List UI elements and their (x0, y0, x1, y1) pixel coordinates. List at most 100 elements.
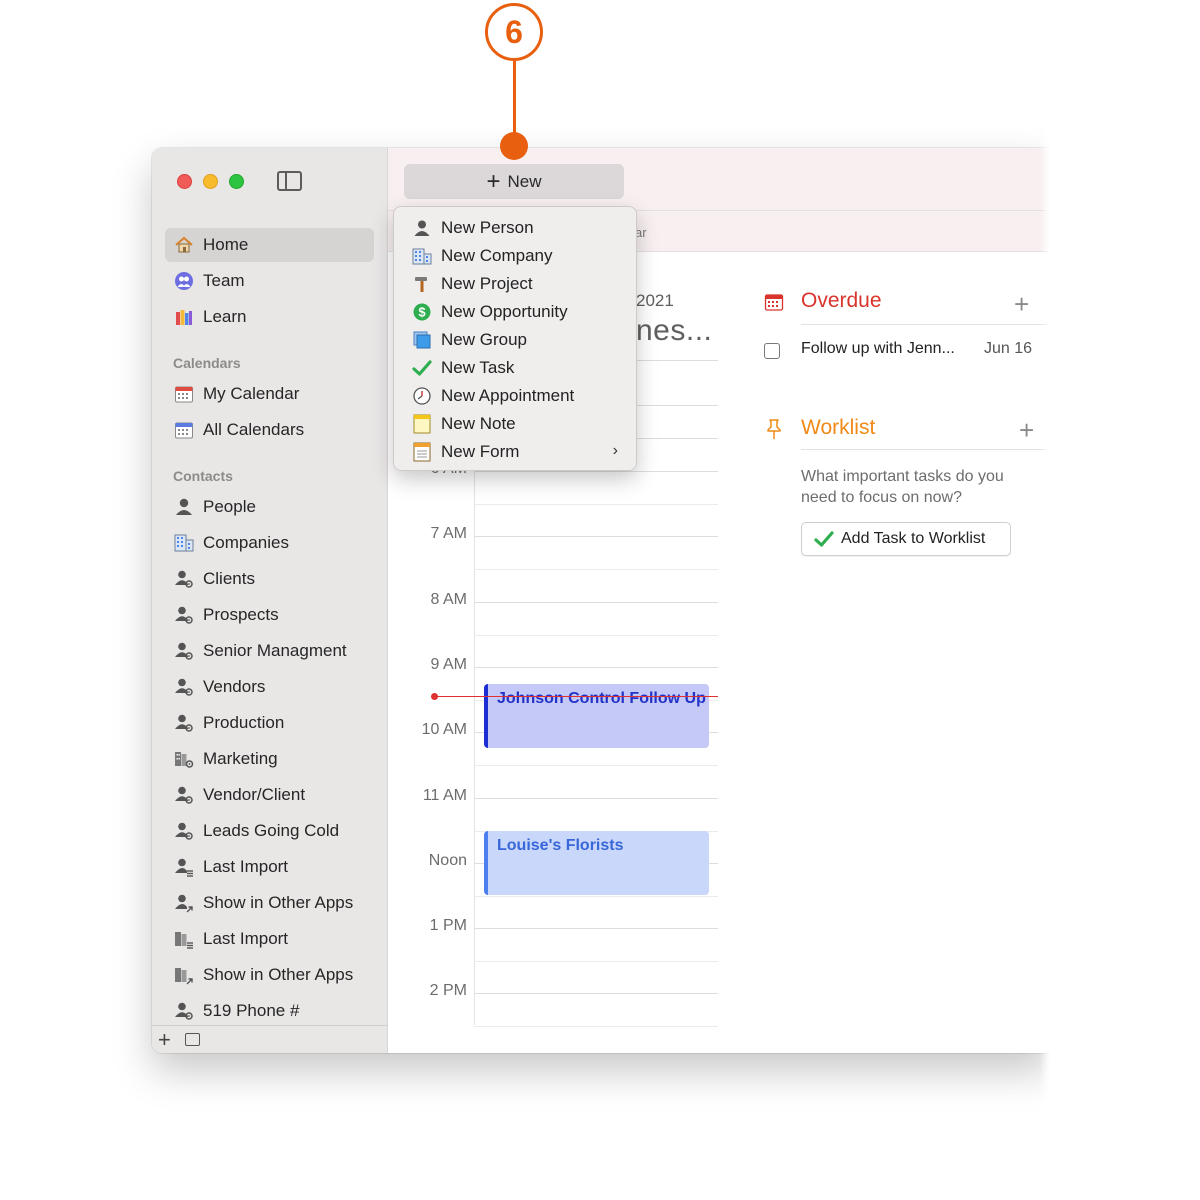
building-gear-icon (173, 748, 195, 770)
sidebar-item-label: Learn (203, 307, 247, 326)
hour-line (474, 667, 718, 668)
sidebar-item-team[interactable]: Team (165, 264, 374, 298)
calendar-small-icon[interactable] (184, 1033, 200, 1046)
menu-item-label: New Appointment (441, 386, 575, 405)
add-worklist-button[interactable]: + (1019, 417, 1034, 443)
overdue-title: Overdue (801, 289, 882, 312)
half-hour-line (474, 1026, 718, 1027)
sidebar-item-production[interactable]: Production (165, 706, 374, 740)
plus-icon: + (486, 167, 501, 195)
sidebar-item-519-phone[interactable]: 519 Phone # (165, 994, 374, 1028)
chevron-right-icon: › (612, 442, 618, 459)
new-button-label: New (507, 171, 542, 191)
menu-item-new-person[interactable]: New Person (394, 214, 636, 242)
hour-label: 9 AM (430, 656, 467, 673)
menu-item-new-task[interactable]: New Task (394, 354, 636, 382)
hour-label: 10 AM (421, 721, 467, 738)
calendar-date: 2021 (636, 291, 674, 310)
menu-item-new-note[interactable]: New Note (394, 410, 636, 438)
person-gear-icon (173, 568, 195, 590)
menu-item-new-form[interactable]: New Form › (394, 438, 636, 466)
close-window-button[interactable] (177, 174, 192, 189)
person-gear-icon (173, 676, 195, 698)
hour-label: 8 AM (430, 591, 467, 608)
clock-icon (412, 386, 432, 406)
calendar-icon (173, 383, 195, 405)
sidebar-item-label: Last Import (203, 857, 289, 876)
hour-line (474, 928, 718, 929)
person-icon (173, 496, 195, 518)
hour-label: 1 PM (429, 917, 467, 934)
menu-item-label: New Opportunity (441, 302, 568, 321)
sidebar-item-label: Show in Other Apps (203, 965, 354, 984)
sidebar-item-label: All Calendars (203, 420, 305, 439)
sidebar-item-label: Companies (203, 533, 289, 552)
sidebar-item-label: Last Import (203, 929, 289, 948)
sidebar-item-clients[interactable]: Clients (165, 562, 374, 596)
task-checkbox[interactable] (764, 343, 780, 359)
form-icon (412, 442, 432, 462)
svg-text:$: $ (418, 305, 426, 320)
sidebar-item-marketing[interactable]: Marketing (165, 742, 374, 776)
sidebar-item-last-import[interactable]: Last Import (165, 922, 374, 956)
menu-item-new-opportunity[interactable]: $ New Opportunity (394, 298, 636, 326)
building-list-icon (173, 928, 195, 950)
checkmark-icon (412, 358, 432, 378)
minimize-window-button[interactable] (203, 174, 218, 189)
hour-label: Noon (428, 852, 467, 869)
event-title: Louise's Florists (497, 837, 624, 854)
sidebar-item-prospects[interactable]: Prospects (165, 598, 374, 632)
current-time-dot (431, 693, 438, 700)
sidebar-item-leads-going-cold[interactable]: Leads Going Cold (165, 814, 374, 848)
calendar-event[interactable]: Louise's Florists (484, 831, 709, 895)
sidebar-item-my-calendar[interactable]: My Calendar (165, 377, 374, 411)
overdue-task-date: Jun 16 (984, 340, 1033, 357)
sidebar-item-companies[interactable]: Companies (165, 526, 374, 560)
sidebar-item-last-import[interactable]: Last Import (165, 850, 374, 884)
menu-item-new-project[interactable]: New Project (394, 270, 636, 298)
sidebar-item-home[interactable]: Home (165, 228, 374, 262)
page: 6 Home Team Learn Calendars My Calendar … (0, 0, 1200, 1200)
note-icon (412, 414, 432, 434)
callout-dot (500, 132, 528, 160)
sidebar-item-label: Home (203, 235, 249, 254)
sidebar-item-show-in-other-apps[interactable]: Show in Other Apps (165, 958, 374, 992)
sidebar-item-label: My Calendar (203, 384, 300, 403)
sidebar-item-label: Show in Other Apps (203, 893, 354, 912)
person-gear-icon (173, 784, 195, 806)
new-button[interactable]: + New (404, 164, 624, 199)
calendar-event[interactable]: Johnson Control Follow Up (484, 684, 709, 748)
sidebar-item-vendors[interactable]: Vendors (165, 670, 374, 704)
overdue-task-text[interactable]: Follow up with Jenn... (801, 340, 955, 358)
current-time-line (434, 696, 718, 697)
menu-item-new-company[interactable]: New Company (394, 242, 636, 270)
sidebar-item-people[interactable]: People (165, 490, 374, 524)
sidebar-item-show-in-other-apps[interactable]: Show in Other Apps (165, 886, 374, 920)
sidebar-item-senior-managment[interactable]: Senior Managment (165, 634, 374, 668)
menu-item-label: New Group (441, 330, 527, 349)
sidebar-item-vendor-client[interactable]: Vendor/Client (165, 778, 374, 812)
add-task-to-worklist-button[interactable]: Add Task to Worklist (801, 522, 1011, 556)
sidebar-toggle-icon[interactable] (277, 171, 302, 191)
worklist-divider (801, 449, 1050, 450)
hour-label: 2 PM (429, 982, 467, 999)
zoom-window-button[interactable] (229, 174, 244, 189)
sidebar-item-label: Senior Managment (203, 641, 347, 660)
menu-item-label: New Person (441, 218, 534, 237)
menu-item-new-group[interactable]: New Group (394, 326, 636, 354)
callout-number-badge: 6 (485, 3, 543, 61)
sidebar-item-learn[interactable]: Learn (165, 300, 374, 334)
group-square-icon (412, 330, 432, 350)
menu-item-new-appointment[interactable]: New Appointment (394, 382, 636, 410)
contacts-section-label: Contacts (173, 468, 233, 484)
sidebar-item-label: Clients (203, 569, 255, 588)
sidebar-item-label: Marketing (203, 749, 278, 768)
add-list-button[interactable]: + (158, 1028, 171, 1051)
building-icon (173, 532, 195, 554)
add-overdue-button[interactable]: + (1014, 291, 1029, 317)
new-dropdown-menu: New Person New Company New Project $ New… (393, 206, 637, 471)
menu-item-label: New Form (441, 442, 520, 461)
menu-item-label: New Project (441, 274, 533, 293)
team-icon (173, 270, 195, 292)
sidebar-item-all-calendars[interactable]: All Calendars (165, 413, 374, 447)
